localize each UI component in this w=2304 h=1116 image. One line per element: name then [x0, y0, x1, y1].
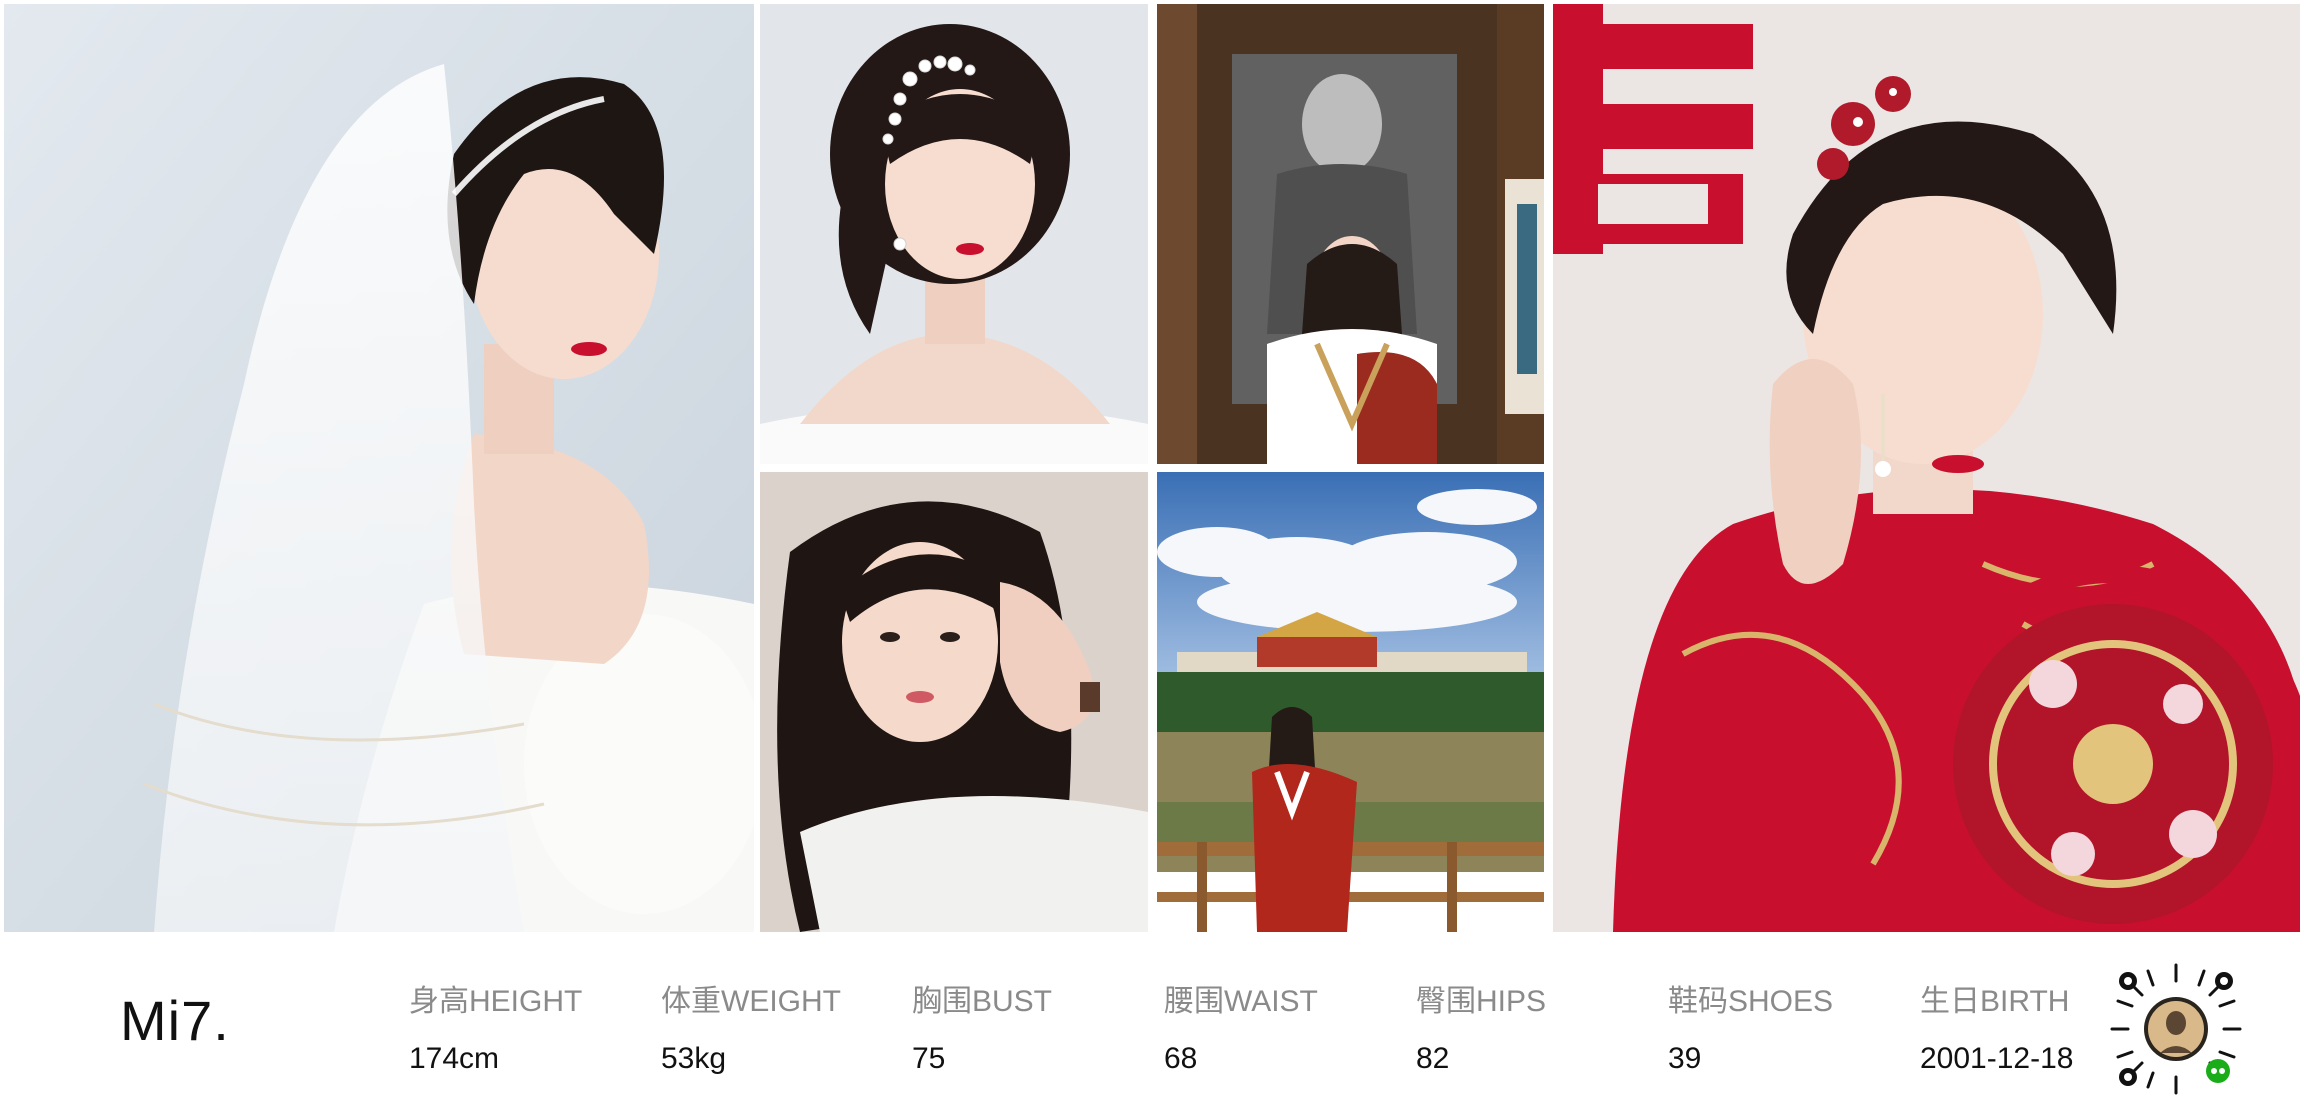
stat-value: 39: [1668, 1042, 1702, 1075]
stat-height: 身高HEIGHT 174cm: [409, 976, 582, 1076]
model-card: Mi7. 身高HEIGHT 174cm 体重WEIGHT 53kg 胸围BUST…: [0, 0, 2304, 1116]
stat-bust: 胸围BUST 75: [912, 976, 1052, 1076]
stat-label: 身高HEIGHT: [409, 985, 583, 1018]
stat-value: 68: [1164, 1042, 1198, 1075]
stat-birth: 生日BIRTH 2001-12-18: [1920, 976, 2073, 1076]
photo-tibetan-landscape: [1157, 472, 1544, 932]
stat-label: 臀围HIPS: [1416, 985, 1547, 1018]
info-strip: Mi7. 身高HEIGHT 174cm 体重WEIGHT 53kg 胸围BUST…: [0, 936, 2304, 1116]
stat-value: 82: [1416, 1042, 1450, 1075]
photo-tibetan-poster: [1157, 4, 1544, 464]
photo-selfie: [760, 472, 1148, 932]
qr-code-icon[interactable]: [2108, 961, 2244, 1097]
photo-red-bridal-gown: [1553, 4, 2300, 932]
stat-value: 75: [912, 1042, 946, 1075]
stat-label: 腰围WAIST: [1164, 985, 1318, 1018]
stat-label: 生日BIRTH: [1920, 985, 2070, 1018]
stat-label: 胸围BUST: [912, 985, 1053, 1018]
photo-pearl-headpiece: [760, 4, 1148, 464]
stat-waist: 腰围WAIST 68: [1164, 976, 1318, 1076]
stat-label: 体重WEIGHT: [661, 985, 841, 1018]
stat-weight: 体重WEIGHT 53kg: [661, 976, 841, 1076]
stat-label: 鞋码SHOES: [1668, 985, 1834, 1018]
stat-value: 2001-12-18: [1920, 1042, 2074, 1075]
stat-hips: 臀围HIPS 82: [1416, 976, 1546, 1076]
model-name: Mi7.: [120, 989, 230, 1052]
stat-shoes: 鞋码SHOES 39: [1668, 976, 1833, 1076]
stat-value: 174cm: [409, 1042, 500, 1075]
stat-value: 53kg: [661, 1042, 727, 1075]
photo-bridal-veil: [4, 4, 754, 932]
